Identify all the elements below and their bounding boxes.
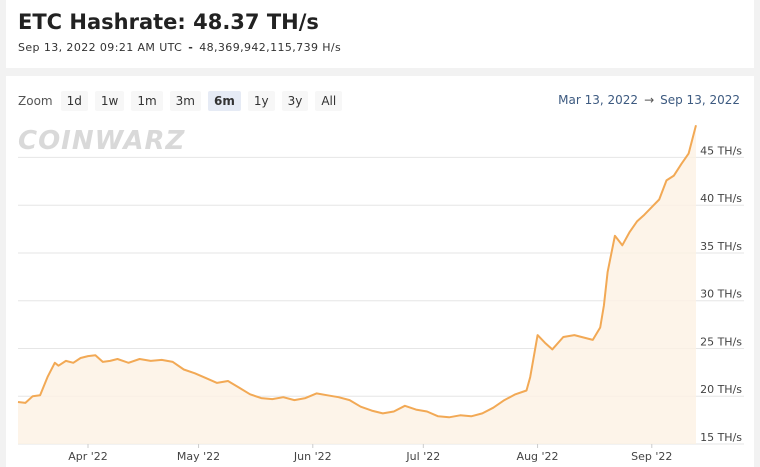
- chart-card: 15 TH/s 20 TH/s 25 TH/s 30 TH/s 35 TH/s 40 TH…: [6, 76, 754, 467]
- y-tick-label: 30 TH/s: [700, 288, 742, 301]
- range-start[interactable]: Mar 13, 2022: [558, 93, 638, 107]
- x-axis-ticks: Apr '22 May '22 Jun '22 Jul '22 Aug '22 Sep '…: [68, 444, 672, 463]
- page-title: ETC Hashrate: 48.37 TH/s: [18, 10, 319, 34]
- timestamp: Sep 13, 2022 09:21 AM UTC: [18, 41, 183, 54]
- y-tick-label: 35 TH/s: [700, 240, 742, 253]
- y-tick-label: 15 TH/s: [700, 431, 742, 444]
- zoom-label: Zoom: [18, 94, 53, 108]
- hashrate-subtitle: Sep 13, 2022 09:21 AM UTC -48,369,942,115…: [18, 41, 341, 54]
- range-end[interactable]: Sep 13, 2022: [660, 93, 740, 107]
- x-tick-label: May '22: [177, 450, 220, 463]
- zoom-button-1w[interactable]: 1w: [94, 91, 125, 111]
- x-tick-label: Aug '22: [517, 450, 559, 463]
- date-range: Mar 13, 2022 → Sep 13, 2022: [558, 93, 740, 107]
- zoom-button-1y[interactable]: 1y: [247, 91, 275, 111]
- y-axis-ticks: 15 TH/s 20 TH/s 25 TH/s 30 TH/s 35 TH/s 40 TH…: [700, 144, 742, 444]
- zoom-bar: Zoom 1d 1w 1m 3m 6m 1y 3y All: [18, 90, 349, 112]
- zoom-button-3y[interactable]: 3y: [281, 91, 309, 111]
- coinwarz-watermark-logo: COINWARZ: [18, 126, 186, 156]
- range-arrow-icon: →: [644, 93, 655, 107]
- y-tick-label: 25 TH/s: [700, 335, 742, 348]
- zoom-button-3m[interactable]: 3m: [169, 91, 201, 111]
- zoom-button-all[interactable]: All: [315, 91, 343, 111]
- x-tick-label: Apr '22: [68, 450, 108, 463]
- zoom-button-1d[interactable]: 1d: [60, 91, 88, 111]
- x-tick-label: Jul '22: [405, 450, 440, 463]
- x-tick-label: Jun '22: [293, 450, 332, 463]
- y-tick-label: 20 TH/s: [700, 383, 742, 396]
- header-card: ETC Hashrate: 48.37 TH/s Sep 13, 2022 09…: [6, 0, 754, 68]
- exact-hashrate: 48,369,942,115,739 H/s: [199, 41, 342, 54]
- x-tick-label: Sep '22: [631, 450, 672, 463]
- y-tick-label: 45 TH/s: [700, 144, 742, 157]
- subtitle-separator: -: [188, 41, 194, 54]
- zoom-button-1m[interactable]: 1m: [131, 91, 163, 111]
- y-tick-label: 40 TH/s: [700, 192, 742, 205]
- zoom-button-6m[interactable]: 6m: [207, 91, 241, 111]
